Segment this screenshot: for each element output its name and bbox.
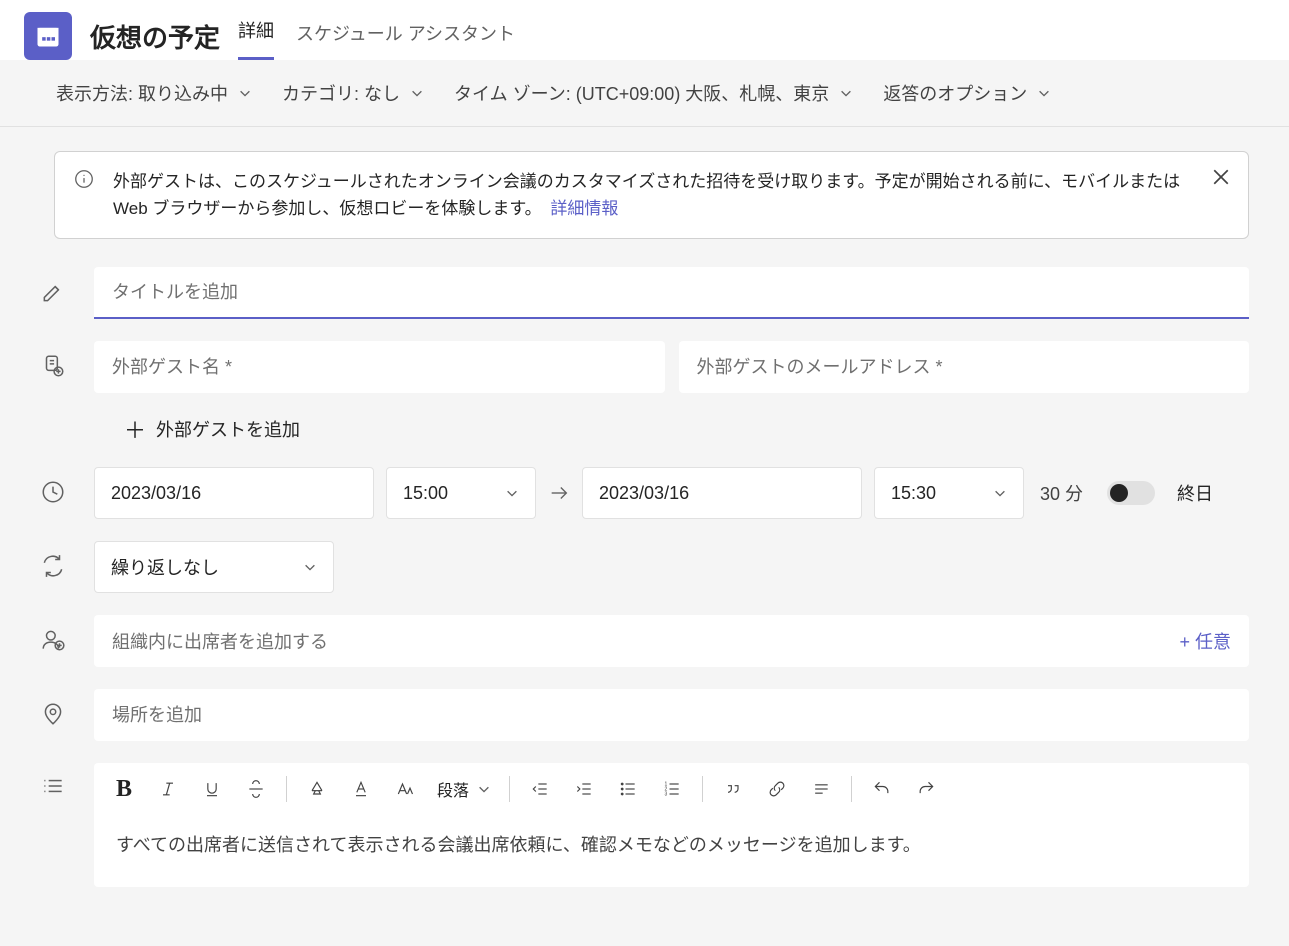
decrease-indent-button[interactable] (520, 771, 560, 807)
numbered-list-button[interactable]: 123 (652, 771, 692, 807)
description-editor[interactable]: すべての出席者に送信されて表示される会議出席依頼に、確認メモなどのメッセージを追… (94, 815, 1249, 887)
separator (702, 776, 703, 802)
info-icon (73, 168, 95, 190)
chevron-down-icon (505, 486, 519, 500)
start-date-picker[interactable]: 2023/03/16 (94, 467, 374, 519)
paragraph-label: 段落 (437, 777, 469, 801)
option-response-options[interactable]: 返答のオプション (883, 80, 1051, 106)
banner-more-info-link[interactable]: 詳細情報 (550, 199, 618, 218)
add-external-guest-icon (40, 353, 66, 379)
option-show-as-label: 表示方法: 取り込み中 (56, 80, 228, 106)
clear-formatting-button[interactable] (801, 771, 841, 807)
option-timezone-label: タイム ゾーン: (UTC+09:00) 大阪、札幌、東京 (454, 80, 829, 106)
calendar-icon (24, 12, 72, 60)
svg-text:3: 3 (665, 792, 668, 798)
option-category[interactable]: カテゴリ: なし (282, 80, 424, 106)
option-timezone[interactable]: タイム ゾーン: (UTC+09:00) 大阪、札幌、東京 (454, 80, 853, 106)
option-show-as[interactable]: 表示方法: 取り込み中 (56, 80, 252, 106)
end-time-value: 15:30 (891, 483, 936, 504)
bold-button[interactable]: B (104, 771, 144, 807)
clock-icon (40, 479, 66, 505)
rich-text-toolbar: B 段落 123 (94, 763, 1249, 815)
chevron-down-icon (410, 86, 424, 100)
repeat-select[interactable]: 繰り返しなし (94, 541, 334, 593)
chevron-down-icon (303, 560, 317, 574)
location-icon (40, 701, 66, 727)
underline-button[interactable] (192, 771, 232, 807)
location-input[interactable] (94, 689, 1249, 741)
chevron-down-icon (839, 86, 853, 100)
font-size-button[interactable] (385, 771, 425, 807)
page-title: 仮想の予定 (90, 18, 220, 55)
title-input[interactable] (94, 267, 1249, 319)
font-color-button[interactable] (341, 771, 381, 807)
edit-icon (40, 279, 66, 305)
add-optional-button[interactable]: + 任意 (1179, 628, 1231, 654)
highlight-button[interactable] (297, 771, 337, 807)
add-attendee-icon (40, 627, 66, 653)
link-button[interactable] (757, 771, 797, 807)
all-day-label: 終日 (1177, 480, 1213, 506)
chevron-down-icon (477, 782, 491, 796)
chevron-down-icon (993, 486, 1007, 500)
repeat-value: 繰り返しなし (111, 554, 219, 580)
bullet-list-button[interactable] (608, 771, 648, 807)
end-date-picker[interactable]: 2023/03/16 (582, 467, 862, 519)
redo-button[interactable] (906, 771, 946, 807)
plus-icon: ＋ (124, 413, 146, 445)
attendee-input[interactable]: 組織内に出席者を追加する + 任意 (94, 615, 1249, 667)
arrow-right-icon (548, 482, 570, 504)
description-icon (40, 773, 66, 799)
start-time-picker[interactable]: 15:00 (386, 467, 536, 519)
guest-name-input[interactable] (94, 341, 665, 393)
info-banner: 外部ゲストは、このスケジュールされたオンライン会議のカスタマイズされた招待を受け… (54, 151, 1249, 239)
undo-button[interactable] (862, 771, 902, 807)
chevron-down-icon (238, 86, 252, 100)
attendee-placeholder: 組織内に出席者を追加する (112, 628, 328, 654)
separator (509, 776, 510, 802)
tab-detail[interactable]: 詳細 (238, 17, 274, 60)
guest-email-input[interactable] (679, 341, 1250, 393)
chevron-down-icon (1037, 86, 1051, 100)
add-external-guest-button[interactable]: ＋ 外部ゲストを追加 (124, 413, 300, 445)
separator (286, 776, 287, 802)
separator (851, 776, 852, 802)
add-external-guest-label: 外部ゲストを追加 (156, 416, 300, 442)
increase-indent-button[interactable] (564, 771, 604, 807)
repeat-icon (40, 553, 66, 579)
end-time-picker[interactable]: 15:30 (874, 467, 1024, 519)
banner-message: 外部ゲストは、このスケジュールされたオンライン会議のカスタマイズされた招待を受け… (113, 172, 1180, 218)
all-day-toggle[interactable] (1107, 481, 1155, 505)
strikethrough-button[interactable] (236, 771, 276, 807)
start-time-value: 15:00 (403, 483, 448, 504)
duration-label: 30 分 (1040, 480, 1083, 506)
paragraph-style-select[interactable]: 段落 (429, 777, 499, 801)
italic-button[interactable] (148, 771, 188, 807)
option-response-options-label: 返答のオプション (883, 80, 1027, 106)
quote-button[interactable] (713, 771, 753, 807)
tab-scheduling-assistant[interactable]: スケジュール アシスタント (296, 20, 515, 60)
close-icon[interactable] (1212, 168, 1230, 186)
option-category-label: カテゴリ: なし (282, 80, 400, 106)
